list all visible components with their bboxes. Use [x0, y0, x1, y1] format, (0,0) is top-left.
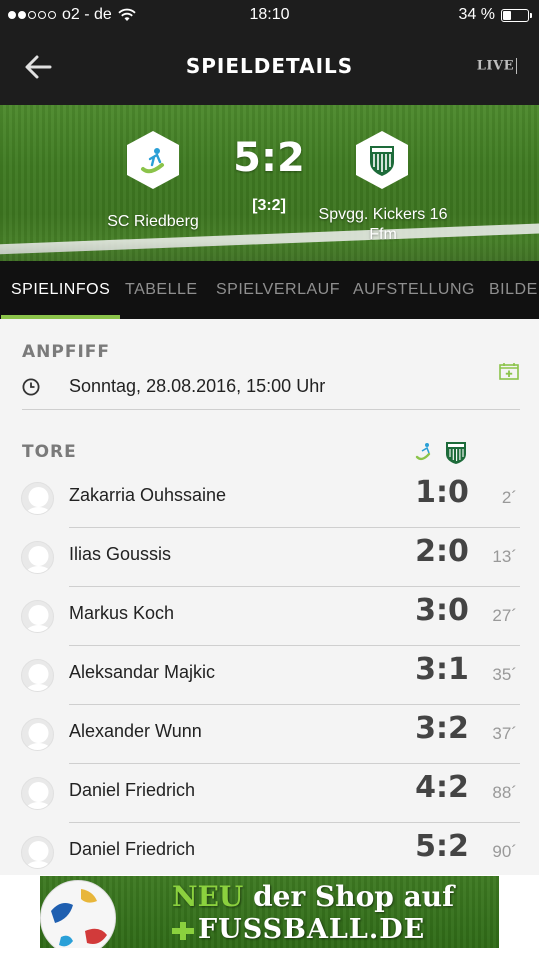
goal-score: 3:0 [415, 593, 469, 628]
tab-aufstellung[interactable]: AUFSTELLUNG [353, 261, 475, 319]
away-team-name-line2: Ffm [369, 226, 397, 243]
goal-row[interactable]: Markus Koch 3:0 27´ [0, 587, 539, 646]
battery-icon [501, 8, 532, 22]
player-avatar[interactable] [21, 600, 54, 633]
scorer-name[interactable]: Aleksandar Majkic [69, 662, 215, 683]
scorer-name[interactable]: Alexander Wunn [69, 721, 202, 742]
player-avatar[interactable] [21, 482, 54, 515]
match-hero: 5:2 [3:2] SC Riedberg Spvgg. Kickers 16 … [0, 105, 539, 261]
live-button[interactable]: LIVE [477, 58, 517, 74]
plus-icon [172, 922, 194, 940]
goal-minute: 35´ [492, 665, 517, 684]
screen: o2 - de 18:10 34 % SPIELDETAILS LIVE 5:2… [0, 0, 539, 960]
goal-row[interactable]: Daniel Friedrich 4:2 88´ [0, 764, 539, 823]
goal-minute: 90´ [492, 842, 517, 861]
banner-line1-text: der Shop auf [243, 880, 455, 913]
kickoff-heading: ANPFIFF [22, 342, 111, 362]
app-header: SPIELDETAILS LIVE [0, 32, 539, 102]
goal-score: 2:0 [415, 534, 469, 569]
goal-minute: 37´ [492, 724, 517, 743]
match-info-content: ANPFIFF Sonntag, 28.08.2016, 15:00 Uhr T… [0, 319, 539, 875]
goal-row[interactable]: Daniel Friedrich 5:2 90´ [0, 823, 539, 875]
goal-row[interactable]: Alexander Wunn 3:2 37´ [0, 705, 539, 764]
clock-icon [22, 378, 40, 396]
kickoff-datetime: Sonntag, 28.08.2016, 15:00 Uhr [69, 376, 326, 396]
player-avatar[interactable] [21, 718, 54, 751]
goal-row[interactable]: Aleksandar Majkic 3:1 35´ [0, 646, 539, 705]
shop-banner[interactable]: NEU der Shop auf FUSSBALL.DE [40, 876, 499, 948]
team-crest-column-icons [415, 442, 466, 464]
scorer-name[interactable]: Daniel Friedrich [69, 780, 195, 801]
player-avatar[interactable] [21, 659, 54, 692]
goal-minute: 88´ [492, 783, 517, 802]
goal-minute: 13´ [492, 547, 517, 566]
kickoff-divider [22, 409, 520, 410]
scorer-name[interactable]: Markus Koch [69, 603, 174, 624]
battery-level [503, 10, 511, 20]
scorer-name[interactable]: Ilias Goussis [69, 544, 171, 565]
top-bar: o2 - de 18:10 34 % SPIELDETAILS LIVE [0, 0, 539, 105]
goal-minute: 27´ [492, 606, 517, 625]
scorer-name[interactable]: Zakarria Ouhssaine [69, 485, 226, 506]
tab-spielverlauf[interactable]: SPIELVERLAUF [216, 261, 340, 319]
status-bar: o2 - de 18:10 34 % [0, 0, 539, 32]
home-team-name[interactable]: SC Riedberg [88, 213, 218, 231]
page-title: SPIELDETAILS [185, 54, 354, 78]
goal-score: 3:2 [415, 711, 469, 746]
player-avatar[interactable] [21, 541, 54, 574]
match-score: 5:2 [233, 135, 305, 181]
halftime-score: [3:2] [252, 197, 286, 214]
banner-headline: NEU der Shop auf [172, 880, 454, 913]
goal-score: 1:0 [415, 475, 469, 510]
goal-score: 3:1 [415, 652, 469, 687]
goal-minute: 2´ [501, 488, 517, 507]
battery-percent: 34 % [458, 6, 495, 23]
tab-spielinfos[interactable]: SPIELINFOS [0, 261, 121, 319]
player-avatar[interactable] [21, 836, 54, 869]
away-team-crest-icon[interactable] [353, 129, 411, 191]
away-team-name[interactable]: Spvgg. Kickers 16 Ffm [303, 205, 463, 245]
live-label: LIVE [476, 58, 514, 74]
player-avatar[interactable] [21, 777, 54, 810]
goal-row[interactable]: Zakarria Ouhssaine 1:0 2´ [0, 469, 539, 528]
tab-tabelle[interactable]: TABELLE [125, 261, 198, 319]
away-team-name-line1: Spvgg. Kickers 16 [318, 206, 448, 223]
banner-brand: FUSSBALL.DE [198, 914, 426, 945]
goal-score: 4:2 [415, 770, 469, 805]
goal-score: 5:2 [415, 829, 469, 864]
goal-row[interactable]: Ilias Goussis 2:0 13´ [0, 528, 539, 587]
soccer-ball-icon [40, 880, 116, 948]
goals-heading: TORE [22, 442, 77, 462]
banner-new-label: NEU [172, 880, 244, 913]
calendar-add-icon[interactable] [499, 362, 519, 380]
tab-bilder[interactable]: BILDER [489, 261, 539, 319]
home-team-crest-icon[interactable] [124, 129, 182, 191]
scorer-name[interactable]: Daniel Friedrich [69, 839, 195, 860]
tab-bar: SPIELINFOS TABELLE SPIELVERLAUF AUFSTELL… [0, 261, 539, 319]
status-right: 34 % [458, 6, 532, 24]
